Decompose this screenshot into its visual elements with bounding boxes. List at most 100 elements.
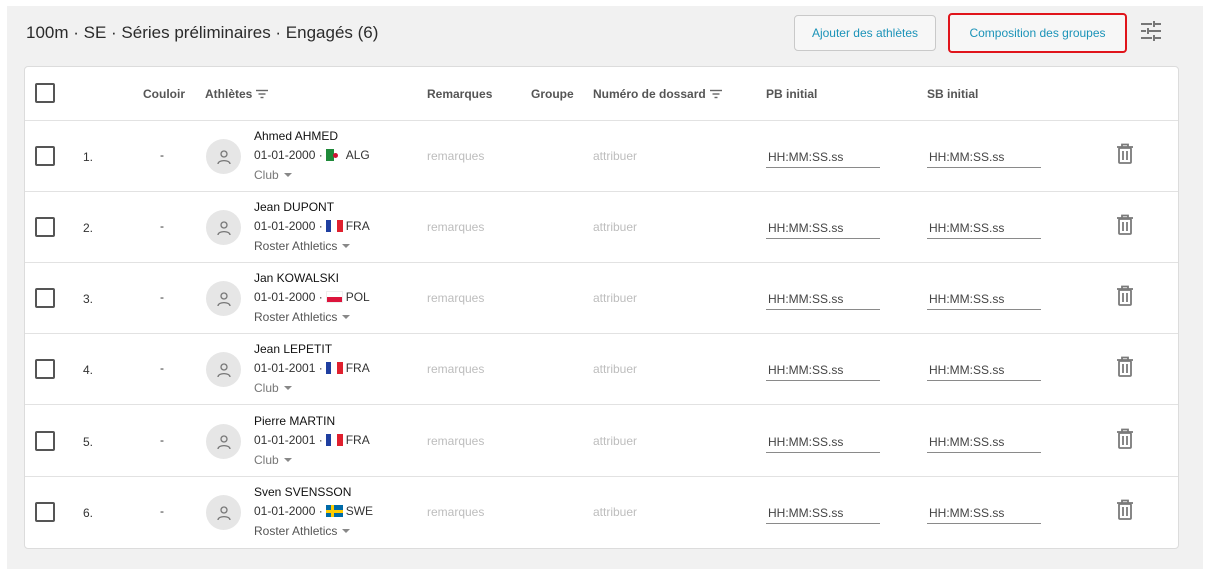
country-flag-icon [325,505,343,517]
filter-lines-icon[interactable] [709,89,722,99]
trash-icon[interactable] [1116,499,1134,521]
lane-value: - [160,433,164,447]
club-dropdown[interactable]: Club [254,381,292,395]
athlete-name[interactable]: Jean DUPONT [254,200,334,214]
country-flag-icon [325,149,343,161]
athlete-name[interactable]: Sven SVENSSON [254,485,351,499]
club-dropdown[interactable]: Club [254,453,292,467]
club-label: Roster Athletics [254,524,338,538]
sb-time-input[interactable] [927,431,1041,453]
bib-input[interactable]: attribuer [593,505,637,519]
country-code: FRA [345,219,370,233]
column-group: Groupe [531,87,574,101]
avatar [206,424,241,459]
trash-icon[interactable] [1116,143,1134,165]
trash-icon[interactable] [1116,356,1134,378]
table-row: 4. - Jean LEPETIT 01-01-2001 · FRA Club … [25,334,1178,405]
pb-time-input[interactable] [766,217,880,239]
row-checkbox[interactable] [35,431,55,451]
person-icon [216,362,231,377]
club-dropdown[interactable]: Roster Athletics [254,310,351,324]
sb-time-input[interactable] [927,217,1041,239]
row-number: 5. [83,435,94,449]
birth-date: 01-01-2000 · [254,290,323,304]
row-checkbox[interactable] [35,217,55,237]
country-flag-icon [325,362,343,374]
row-number: 6. [83,506,94,520]
row-checkbox[interactable] [35,502,55,522]
athlete-dob: 01-01-2001 · FRA [254,433,370,447]
club-label: Roster Athletics [254,310,338,324]
club-label: Club [254,453,279,467]
column-bib[interactable]: Numéro de dossard [593,87,722,101]
bib-input[interactable]: attribuer [593,149,637,163]
table-row: 3. - Jan KOWALSKI 01-01-2000 · POL Roste… [25,263,1178,334]
club-dropdown[interactable]: Club [254,168,292,182]
lane-value: - [160,290,164,304]
athlete-name[interactable]: Pierre MARTIN [254,414,335,428]
athlete-name[interactable]: Jean LEPETIT [254,342,332,356]
remarks-input[interactable]: remarques [427,291,484,305]
bib-input[interactable]: attribuer [593,291,637,305]
athlete-dob: 01-01-2000 · POL [254,290,370,304]
sb-time-input[interactable] [927,288,1041,310]
bib-input[interactable]: attribuer [593,220,637,234]
birth-date: 01-01-2000 · [254,148,323,162]
pb-time-input[interactable] [766,502,880,524]
table-row: 1. - Ahmed AHMED 01-01-2000 · ALG Club r… [25,121,1178,192]
athlete-name[interactable]: Jan KOWALSKI [254,271,339,285]
page-title: 100m · SE · Séries préliminaires · Engag… [26,23,379,42]
birth-date: 01-01-2001 · [254,433,323,447]
sb-time-input[interactable] [927,359,1041,381]
lane-value: - [160,504,164,518]
group-composition-button[interactable]: Composition des groupes [948,13,1127,53]
column-athletes[interactable]: Athlètes [205,87,269,101]
table-header: Couloir Athlètes Remarques Groupe Numéro… [25,67,1178,121]
remarks-input[interactable]: remarques [427,220,484,234]
avatar [206,210,241,245]
caret-down-icon [283,173,292,177]
filter-lines-icon[interactable] [256,89,269,99]
club-label: Club [254,168,279,182]
bib-input[interactable]: attribuer [593,434,637,448]
remarks-input[interactable]: remarques [427,149,484,163]
pb-time-input[interactable] [766,431,880,453]
club-dropdown[interactable]: Roster Athletics [254,239,351,253]
trash-icon[interactable] [1116,285,1134,307]
person-icon [216,434,231,449]
trash-icon[interactable] [1116,428,1134,450]
table-row: 2. - Jean DUPONT 01-01-2000 · FRA Roster… [25,192,1178,263]
row-checkbox[interactable] [35,359,55,379]
club-dropdown[interactable]: Roster Athletics [254,524,351,538]
club-label: Roster Athletics [254,239,338,253]
page-header: 100m · SE · Séries préliminaires · Engag… [7,6,1203,62]
row-checkbox[interactable] [35,146,55,166]
select-all-checkbox[interactable] [35,83,55,103]
remarks-input[interactable]: remarques [427,362,484,376]
trash-icon[interactable] [1116,214,1134,236]
caret-down-icon [283,386,292,390]
remarks-input[interactable]: remarques [427,434,484,448]
birth-date: 01-01-2001 · [254,361,323,375]
country-code: FRA [345,361,370,375]
add-athletes-button[interactable]: Ajouter des athlètes [794,15,936,51]
remarks-input[interactable]: remarques [427,505,484,519]
country-code: ALG [345,148,370,162]
sliders-settings-icon[interactable] [1140,20,1162,42]
pb-time-input[interactable] [766,359,880,381]
lane-value: - [160,219,164,233]
country-flag-icon [325,434,343,446]
athlete-name[interactable]: Ahmed AHMED [254,129,338,143]
sb-time-input[interactable] [927,502,1041,524]
person-icon [216,220,231,235]
pb-time-input[interactable] [766,146,880,168]
avatar [206,139,241,174]
row-number: 1. [83,150,94,164]
bib-input[interactable]: attribuer [593,362,637,376]
column-remarks: Remarques [427,87,493,101]
row-checkbox[interactable] [35,288,55,308]
caret-down-icon [283,458,292,462]
country-flag-icon [325,291,343,303]
sb-time-input[interactable] [927,146,1041,168]
pb-time-input[interactable] [766,288,880,310]
